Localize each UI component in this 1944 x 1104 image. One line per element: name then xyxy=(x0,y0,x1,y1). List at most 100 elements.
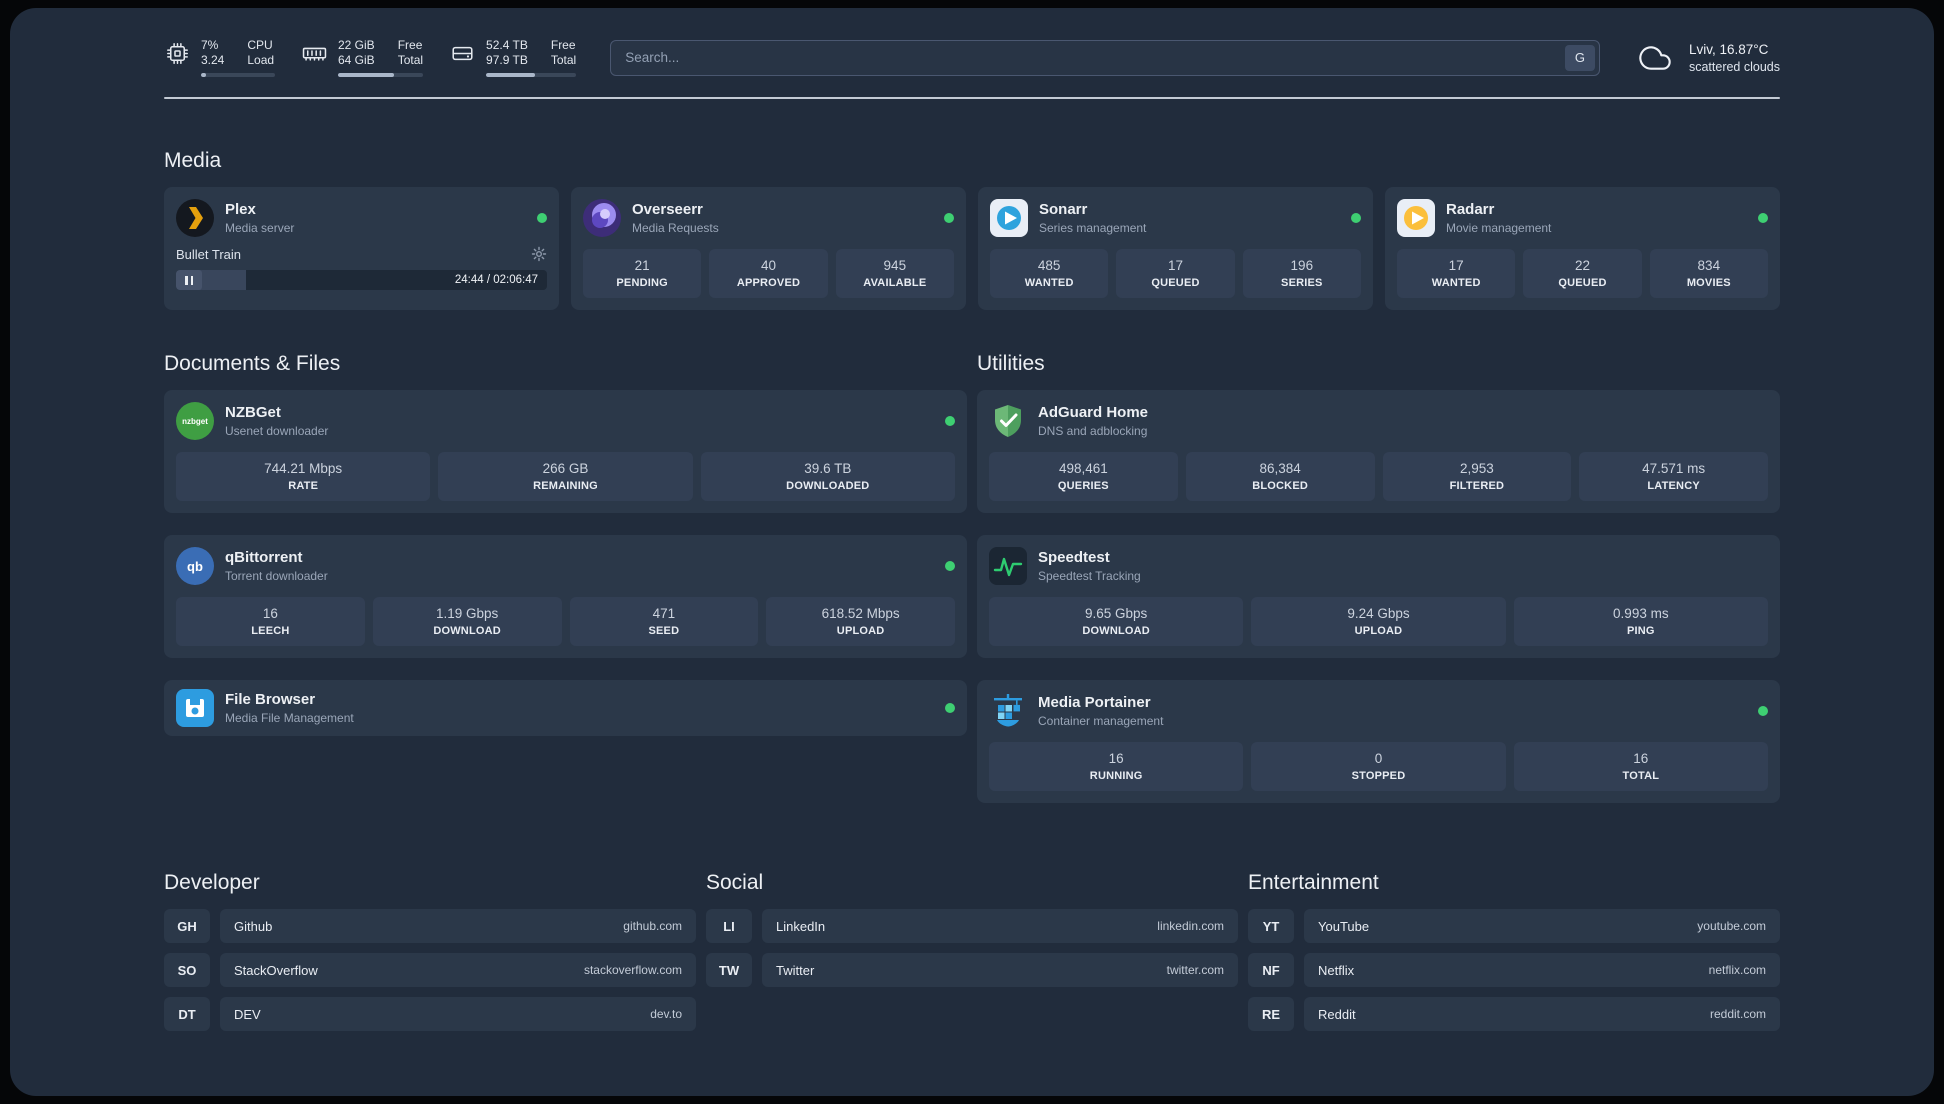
link-url: twitter.com xyxy=(1166,963,1224,977)
linkedin-abbr-tile[interactable]: LI xyxy=(706,909,752,943)
youtube-abbr-tile[interactable]: YT xyxy=(1248,909,1294,943)
ram-labels: Free Total xyxy=(398,38,423,68)
app-name: Plex xyxy=(225,201,256,218)
stat-label: DOWNLOAD xyxy=(433,625,501,637)
disk-label-bottom: Total xyxy=(550,53,577,67)
stat-tile-upload: 9.24 Gbps UPLOAD xyxy=(1251,597,1506,646)
status-online-dot xyxy=(945,416,955,426)
ram-values: 22 GiB 64 GiB xyxy=(338,38,375,68)
stat-label: MOVIES xyxy=(1686,277,1731,289)
youtube-link[interactable]: YouTube youtube.com xyxy=(1304,909,1780,943)
now-playing-title: Bullet Train xyxy=(176,246,242,262)
reddit-abbr-tile[interactable]: RE xyxy=(1248,997,1294,1031)
sonarr-card[interactable]: Sonarr Series management 485 WANTED 17 Q… xyxy=(978,187,1373,310)
app-meta: qBittorrent Torrent downloader xyxy=(225,549,328,583)
utilities-card-stack: AdGuard Home DNS and adblocking 498,461 … xyxy=(977,390,1780,803)
stat-label: SEED xyxy=(648,625,680,637)
stackoverflow-abbr-tile[interactable]: SO xyxy=(164,953,210,987)
adguard-card[interactable]: AdGuard Home DNS and adblocking 498,461 … xyxy=(977,390,1780,513)
stat-value: 86,384 xyxy=(1259,461,1301,476)
link-row-dev: DT DEV dev.to xyxy=(164,997,696,1031)
linkedin-link[interactable]: LinkedIn linkedin.com xyxy=(762,909,1238,943)
ram-free-value: 22 GiB xyxy=(338,38,375,52)
radarr-icon xyxy=(1397,199,1435,237)
netflix-abbr-tile[interactable]: NF xyxy=(1248,953,1294,987)
search-provider-button[interactable]: G xyxy=(1564,44,1595,71)
twitter-abbr-tile[interactable]: TW xyxy=(706,953,752,987)
nzbget-card[interactable]: nzbget NZBGet Usenet downloader 744.21 M… xyxy=(164,390,967,513)
sonarr-icon xyxy=(990,199,1028,237)
reddit-link[interactable]: Reddit reddit.com xyxy=(1304,997,1780,1031)
link-name: Twitter xyxy=(776,962,815,978)
overseerr-card[interactable]: Overseerr Media Requests 21 PENDING 40 A… xyxy=(571,187,966,310)
filebrowser-icon xyxy=(176,689,214,727)
dev-link[interactable]: DEV dev.to xyxy=(220,997,696,1031)
stat-tile-queries: 498,461 QUERIES xyxy=(989,452,1178,501)
speedtest-card[interactable]: Speedtest Speedtest Tracking 9.65 Gbps D… xyxy=(977,535,1780,658)
stat-tile-filtered: 2,953 FILTERED xyxy=(1382,452,1572,501)
github-link[interactable]: Github github.com xyxy=(220,909,696,943)
radarr-card[interactable]: Radarr Movie management 17 WANTED 22 QUE… xyxy=(1385,187,1780,310)
stat-label: FILTERED xyxy=(1449,480,1505,492)
disk-values: 52.4 TB 97.9 TB xyxy=(486,38,528,68)
cpu-label-bottom: Load xyxy=(247,53,275,67)
stat-tile-movies: 834 MOVIES xyxy=(1649,249,1768,298)
link-url: linkedin.com xyxy=(1157,919,1224,933)
netflix-link[interactable]: Netflix netflix.com xyxy=(1304,953,1780,987)
ram-label-bottom: Total xyxy=(397,53,424,67)
link-name: YouTube xyxy=(1318,918,1370,934)
stat-value: 618.52 Mbps xyxy=(821,606,900,621)
app-meta: Overseerr Media Requests xyxy=(632,201,719,235)
dashboard: 7% 3.24 CPU Load 22 GiB 64 GiB Free Tota… xyxy=(10,8,1934,1096)
svg-text:qb: qb xyxy=(187,559,203,574)
pause-button[interactable] xyxy=(176,270,202,290)
stat-value: 2,953 xyxy=(1459,461,1494,476)
link-row-github: GH Github github.com xyxy=(164,909,696,943)
social-section: Social LI LinkedIn linkedin.com TW Twitt… xyxy=(706,871,1238,1041)
twitter-link[interactable]: Twitter twitter.com xyxy=(762,953,1238,987)
app-subtitle: Movie management xyxy=(1446,221,1552,235)
search-input[interactable] xyxy=(610,39,1600,76)
ram-icon xyxy=(301,40,328,67)
plex-card[interactable]: Plex Media server Bullet Train 24:44 / 0… xyxy=(164,187,559,310)
sonarr-card-header: Sonarr Series management xyxy=(990,199,1361,237)
filebrowser-card[interactable]: File Browser Media File Management xyxy=(164,680,967,736)
link-name: Reddit xyxy=(1318,1006,1356,1022)
app-subtitle: Media Requests xyxy=(632,221,719,235)
player-settings-gear-icon[interactable] xyxy=(531,246,547,262)
cpu-percent: 7% xyxy=(201,38,219,52)
stackoverflow-link[interactable]: StackOverflow stackoverflow.com xyxy=(220,953,696,987)
status-online-dot xyxy=(1758,213,1768,223)
app-meta: NZBGet Usenet downloader xyxy=(225,404,328,438)
stat-label: REMAINING xyxy=(533,480,598,492)
stats-row: 16 RUNNING 0 STOPPED 16 TOTAL xyxy=(989,742,1768,791)
status-online-dot xyxy=(945,561,955,571)
stat-tile-approved: 40 APPROVED xyxy=(709,249,828,298)
dev-abbr-tile[interactable]: DT xyxy=(164,997,210,1031)
qbittorrent-card[interactable]: qb qBittorrent Torrent downloader 16 LEE… xyxy=(164,535,967,658)
disk-widget: 52.4 TB 97.9 TB Free Total xyxy=(449,38,577,77)
stat-label: AVAILABLE xyxy=(863,277,927,289)
portainer-card[interactable]: Media Portainer Container management 16 … xyxy=(977,680,1780,803)
stat-label: DOWNLOAD xyxy=(1082,625,1150,637)
link-row-youtube: YT YouTube youtube.com xyxy=(1248,909,1780,943)
stat-value: 471 xyxy=(652,606,676,621)
stat-tile-ping: 0.993 ms PING xyxy=(1513,597,1768,646)
cpu-usage-bar xyxy=(201,73,275,77)
filebrowser-card-header: File Browser Media File Management xyxy=(176,689,955,727)
link-name: Github xyxy=(234,918,273,934)
github-abbr-tile[interactable]: GH xyxy=(164,909,210,943)
weather-condition: scattered clouds xyxy=(1688,59,1780,74)
player-time: 24:44 / 02:06:47 xyxy=(454,274,538,286)
system-metrics: 7% 3.24 CPU Load 22 GiB 64 GiB Free Tota… xyxy=(164,38,577,77)
stat-tile-rate: 744.21 Mbps RATE xyxy=(176,452,431,501)
link-name: StackOverflow xyxy=(234,962,318,978)
link-name: LinkedIn xyxy=(776,918,826,934)
stat-tile-upload: 618.52 Mbps UPLOAD xyxy=(766,597,955,646)
app-subtitle: Media File Management xyxy=(225,711,354,725)
stat-value: 16 xyxy=(1108,751,1124,766)
player-progress-bar[interactable]: 24:44 / 02:06:47 xyxy=(176,270,547,290)
weather-text: Lviv, 16.87°C scattered clouds xyxy=(1689,41,1780,75)
link-row-stackoverflow: SO StackOverflow stackoverflow.com xyxy=(164,953,696,987)
overseerr-icon xyxy=(583,199,621,237)
